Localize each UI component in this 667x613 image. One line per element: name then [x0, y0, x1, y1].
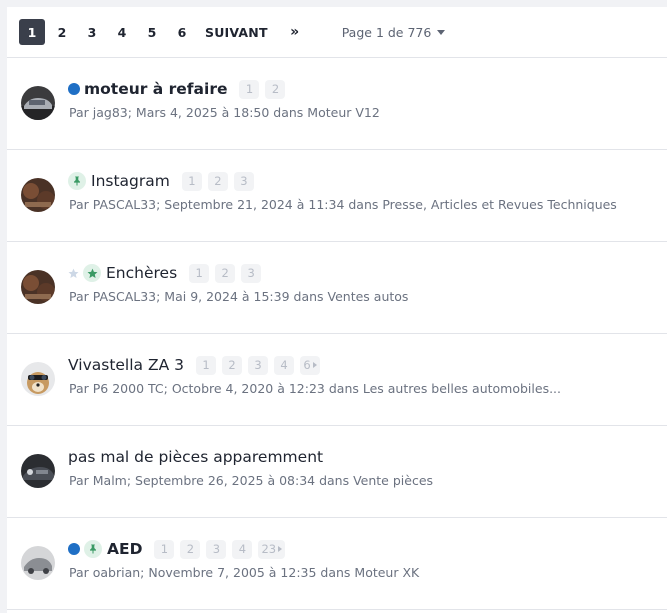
pin-icon [84, 540, 102, 558]
topic-title-link[interactable]: Enchères [106, 264, 177, 282]
topic-row: moteur à refaire 1 2 Par jag83; Mars 4, 202… [7, 58, 667, 150]
avatar[interactable] [21, 270, 55, 304]
topic-row: Instagram 1 2 3 Par PASCAL33; Septembre 21, … [7, 150, 667, 242]
topic-mini-pagination: 1 2 3 [189, 263, 267, 283]
last-page-button[interactable]: » [282, 19, 308, 45]
topic-title-line: moteur à refaire 1 2 [68, 78, 291, 100]
topic-page-number: 3 [212, 542, 221, 556]
topic-rows: moteur à refaire 1 2 Par jag83; Mars 4, 202… [7, 58, 667, 610]
chevron-right-icon [278, 546, 283, 552]
page-link-1[interactable]: 1 [19, 19, 45, 45]
topic-title-line: pas mal de pièces apparemment [68, 446, 329, 468]
topic-page-number: 1 [160, 542, 169, 556]
topic-page-link[interactable]: 1 [195, 355, 216, 375]
page-jump-dropdown[interactable]: Page 1 de 776 [342, 25, 446, 40]
page-link-6[interactable]: 6 [169, 19, 195, 45]
topic-page-link[interactable]: 2 [207, 171, 228, 191]
topic-meta: Par jag83; Mars 4, 2025 à 18:50 dans Mot… [69, 105, 380, 120]
topic-meta-text[interactable]: Par PASCAL33; Mai 9, 2024 à 15:39 dans V… [69, 289, 408, 304]
topic-page-link[interactable]: 2 [221, 355, 242, 375]
topic-page-number: 3 [254, 358, 262, 372]
topic-title-line: Vivastella ZA 3 1 2 3 4 6 [68, 354, 326, 376]
topic-meta-text[interactable]: Par Malm; Septembre 26, 2025 à 08:34 dan… [69, 473, 433, 488]
topic-title-line: Instagram 1 2 3 [68, 170, 260, 192]
topic-page-number: 1 [188, 174, 196, 188]
topic-page-number: 3 [247, 266, 255, 280]
forum-topic-list: 1 2 3 4 5 6 SUIVANT » Page 1 de 776 mote… [7, 7, 667, 613]
topic-mini-pagination: 1 2 3 4 6 [195, 355, 326, 375]
next-page-button[interactable]: SUIVANT [199, 19, 274, 45]
topic-page-link[interactable]: 6 [299, 355, 320, 375]
topic-page-number: 1 [195, 266, 203, 280]
topic-meta: Par oabrian; Novembre 7, 2005 à 12:35 da… [69, 565, 419, 580]
topic-page-number: 2 [214, 174, 222, 188]
topic-meta-text[interactable]: Par P6 2000 TC; Octobre 4, 2020 à 12:23 … [69, 381, 561, 396]
topic-row: Vivastella ZA 3 1 2 3 4 6 Par P6 2000 TC; Octo… [7, 334, 667, 426]
topic-page-number: 2 [228, 358, 236, 372]
unread-dot-icon [68, 83, 80, 95]
topic-page-number: 3 [240, 174, 248, 188]
page-link-5[interactable]: 5 [139, 19, 165, 45]
topic-page-link[interactable]: 3 [241, 263, 262, 283]
topic-meta-text[interactable]: Par PASCAL33; Septembre 21, 2024 à 11:34… [69, 197, 617, 212]
topic-page-number: 2 [186, 542, 195, 556]
topic-meta: Par PASCAL33; Mai 9, 2024 à 15:39 dans V… [69, 289, 408, 304]
topic-title-link[interactable]: moteur à refaire [84, 80, 227, 98]
topic-title-link[interactable]: Instagram [91, 172, 170, 190]
avatar[interactable] [21, 178, 55, 212]
page-info-label: Page 1 de 776 [341, 24, 432, 40]
topic-page-link[interactable]: 4 [273, 355, 294, 375]
topic-page-number: 23 [261, 542, 277, 556]
topic-meta: Par P6 2000 TC; Octobre 4, 2020 à 12:23 … [69, 381, 561, 396]
topic-meta-text[interactable]: Par jag83; Mars 4, 2025 à 18:50 dans Mot… [69, 105, 380, 120]
avatar[interactable] [21, 362, 55, 396]
topic-title-line: AED 1 2 3 4 23 [68, 538, 291, 560]
topic-title-link[interactable]: Vivastella ZA 3 [68, 356, 184, 374]
topic-page-number: 6 [303, 358, 311, 372]
topic-page-link[interactable]: 2 [180, 539, 201, 559]
featured-star-icon [83, 264, 101, 282]
caret-down-icon [437, 29, 446, 35]
topic-page-link[interactable]: 4 [232, 539, 253, 559]
topic-page-link[interactable]: 2 [215, 263, 236, 283]
topic-page-link[interactable]: 3 [206, 539, 227, 559]
avatar[interactable] [21, 546, 55, 580]
chevron-right-icon [312, 362, 317, 368]
topic-meta-text[interactable]: Par oabrian; Novembre 7, 2005 à 12:35 da… [69, 565, 419, 580]
pin-icon [68, 172, 86, 190]
topic-page-link[interactable]: 1 [154, 539, 175, 559]
topic-mini-pagination: 1 2 3 [181, 171, 260, 191]
topic-meta: Par PASCAL33; Septembre 21, 2024 à 11:34… [69, 197, 617, 212]
topic-row: pas mal de pièces apparemment Par Malm; S… [7, 426, 667, 518]
topic-page-link[interactable]: 2 [265, 79, 286, 99]
avatar[interactable] [21, 86, 55, 120]
topic-page-number: 4 [280, 358, 288, 372]
topic-title-link[interactable]: pas mal de pièces apparemment [68, 448, 323, 466]
topic-page-number: 2 [221, 266, 229, 280]
topic-page-link[interactable]: 1 [181, 171, 202, 191]
page-link-4[interactable]: 4 [109, 19, 135, 45]
topic-page-number: 2 [271, 82, 280, 96]
page-link-2[interactable]: 2 [49, 19, 75, 45]
topic-page-link[interactable]: 3 [247, 355, 268, 375]
topic-title-line: Enchères 1 2 3 [68, 262, 267, 284]
topic-mini-pagination: 12 [239, 79, 291, 99]
pagination-bar: 1 2 3 4 5 6 SUIVANT » Page 1 de 776 [7, 7, 667, 58]
topic-page-number: 1 [202, 358, 210, 372]
star-outline-icon [68, 268, 79, 279]
topic-page-number: 1 [245, 82, 254, 96]
topic-meta: Par Malm; Septembre 26, 2025 à 08:34 dan… [69, 473, 433, 488]
topic-row: Enchères 1 2 3 Par PASCAL33; Mai 9, 2024 à 1… [7, 242, 667, 334]
unread-dot-icon [68, 543, 80, 555]
topic-page-link[interactable]: 1 [189, 263, 210, 283]
topic-mini-pagination: 1 2 3 4 23 [154, 539, 291, 559]
avatar[interactable] [21, 454, 55, 488]
topic-page-link[interactable]: 3 [233, 171, 254, 191]
topic-page-link[interactable]: 23 [258, 539, 286, 559]
topic-row: AED 1 2 3 4 23 Par oabrian; Novembre 7, 2005 à… [7, 518, 667, 610]
page-link-3[interactable]: 3 [79, 19, 105, 45]
topic-page-number: 4 [238, 542, 247, 556]
topic-title-link[interactable]: AED [107, 540, 142, 558]
topic-page-link[interactable]: 1 [239, 79, 260, 99]
